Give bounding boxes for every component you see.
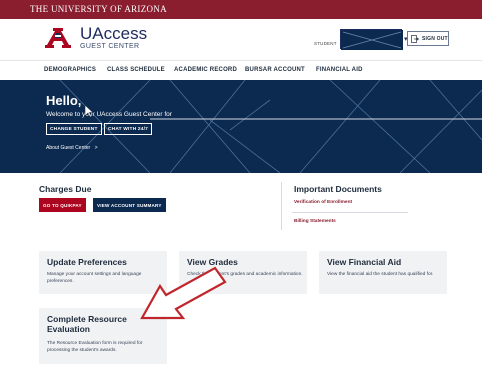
documents-divider: [292, 212, 408, 213]
card-body: The Resource Evaluation form is required…: [47, 341, 143, 353]
nav-financial-aid[interactable]: FINANCIAL AID: [316, 67, 363, 73]
card-title: Update Preferences: [47, 257, 127, 267]
brand: UAccess GUEST CENTER: [80, 25, 147, 50]
change-student-button[interactable]: CHANGE STUDENT: [46, 123, 102, 135]
hero-welcome-text: Welcome to your UAccess Guest Center for: [46, 111, 172, 118]
chevron-right-icon: >: [94, 145, 98, 151]
update-preferences-card[interactable]: Update Preferences Manage your account s…: [39, 251, 167, 294]
view-financial-aid-card[interactable]: View Financial Aid View the financial ai…: [319, 251, 447, 294]
about-guest-center-link[interactable]: About Guest Center >: [46, 145, 98, 151]
view-grades-card[interactable]: View Grades Check the student's grades a…: [179, 251, 307, 294]
hero-greeting: Hello,: [46, 93, 82, 108]
card-title: View Grades: [187, 257, 238, 267]
card-title: Complete Resource Evaluation: [47, 314, 127, 334]
about-link-label: About Guest Center: [46, 145, 91, 151]
sign-out-icon: [411, 34, 419, 43]
sign-out-label: SIGN OUT: [422, 35, 448, 42]
important-documents-title: Important Documents: [294, 184, 382, 194]
card-body: Manage your account settings and languag…: [47, 272, 142, 284]
chat-button[interactable]: CHAT WITH 24/7: [104, 123, 153, 135]
section-divider: [281, 182, 282, 230]
main-nav: DEMOGRAPHICS CLASS SCHEDULE ACADEMIC REC…: [0, 60, 482, 80]
arizona-a-logo-icon[interactable]: [44, 27, 72, 49]
nav-bursar-account[interactable]: BURSAR ACCOUNT: [245, 67, 305, 73]
nav-demographics[interactable]: DEMOGRAPHICS: [44, 67, 96, 73]
brand-name: UAccess: [80, 24, 148, 43]
complete-resource-evaluation-card[interactable]: Complete Resource Evaluation The Resourc…: [39, 308, 167, 364]
sign-out-button[interactable]: SIGN OUT: [407, 31, 449, 46]
brand-subtitle: GUEST CENTER: [80, 43, 140, 50]
redacted-student-name: [341, 30, 403, 50]
nav-class-schedule[interactable]: CLASS SCHEDULE: [107, 67, 165, 73]
verification-of-enrollment-link[interactable]: Verification of Enrollment: [294, 200, 352, 205]
mouse-cursor-icon: [84, 104, 94, 118]
billing-statements-link[interactable]: Billing Statements: [294, 219, 336, 224]
student-selector[interactable]: [340, 29, 403, 50]
card-body: View the financial aid the student has q…: [327, 272, 434, 277]
card-title: View Financial Aid: [327, 257, 402, 267]
university-name: THE UNIVERSITY OF ARIZONA: [30, 4, 167, 14]
nav-academic-record[interactable]: ACADEMIC RECORD: [174, 67, 237, 73]
charges-due-title: Charges Due: [39, 184, 92, 194]
site-header: UAccess GUEST CENTER STUDENT ▾ SIGN OUT: [0, 19, 482, 60]
student-label: STUDENT: [314, 41, 337, 46]
quikpay-button[interactable]: GO TO QUIKPAY: [39, 198, 86, 212]
card-body: Check the student's grades and academic …: [187, 272, 303, 277]
university-bar: THE UNIVERSITY OF ARIZONA: [0, 0, 482, 19]
view-account-summary-button[interactable]: VIEW ACCOUNT SUMMARY: [93, 198, 166, 212]
hero-banner: Hello, Welcome to your UAccess Guest Cen…: [0, 80, 482, 173]
